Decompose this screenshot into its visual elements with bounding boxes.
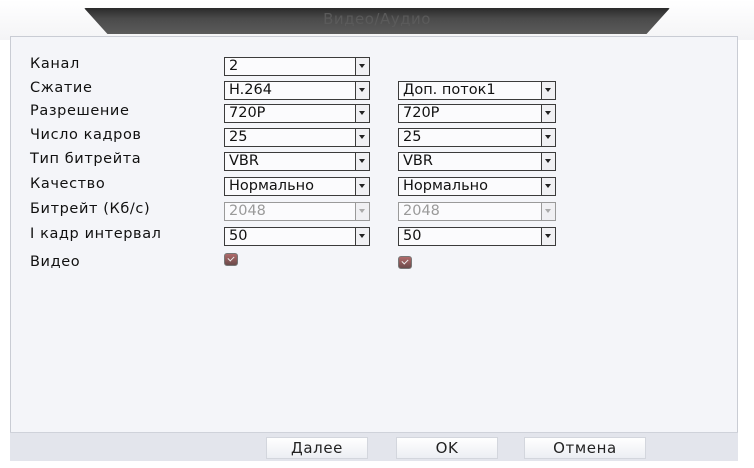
framerate-extra-value: 25 <box>403 129 422 145</box>
window-title: Видео/Аудио <box>323 10 431 28</box>
quality-extra-select[interactable]: Нормально <box>398 177 556 196</box>
bitrate-type-main-value: VBR <box>229 153 259 169</box>
bitrate-main-value: 2048 <box>229 203 266 219</box>
next-button[interactable]: Далее <box>266 437 368 459</box>
chevron-down-icon[interactable] <box>355 228 369 245</box>
quality-extra-value: Нормально <box>403 178 488 194</box>
stream-select[interactable]: Доп. поток1 <box>398 81 556 100</box>
bitrate-extra-value: 2048 <box>403 203 440 219</box>
chevron-down-icon[interactable] <box>541 178 555 195</box>
video-main-checkbox[interactable] <box>224 253 238 266</box>
settings-dialog <box>10 36 738 460</box>
cancel-button[interactable]: Отмена <box>524 437 646 459</box>
bitrate-type-label: Тип битрейта <box>30 151 142 167</box>
chevron-down-icon[interactable] <box>355 129 369 146</box>
bitrate-main-select: 2048 <box>224 202 370 221</box>
chevron-down-icon <box>541 203 555 220</box>
chevron-down-icon[interactable] <box>355 153 369 170</box>
iframe-interval-extra-select[interactable]: 50 <box>398 227 556 246</box>
ok-button[interactable]: OK <box>396 437 498 459</box>
iframe-interval-main-select[interactable]: 50 <box>224 227 370 246</box>
resolution-label: Разрешение <box>30 103 130 119</box>
iframe-interval-extra-value: 50 <box>403 228 422 244</box>
chevron-down-icon[interactable] <box>355 58 369 75</box>
quality-main-select[interactable]: Нормально <box>224 177 370 196</box>
bitrate-type-extra-select[interactable]: VBR <box>398 152 556 171</box>
chevron-down-icon[interactable] <box>355 82 369 99</box>
video-extra-checkbox[interactable] <box>398 256 412 269</box>
compression-label: Сжатие <box>30 80 93 96</box>
bitrate-type-main-select[interactable]: VBR <box>224 152 370 171</box>
chevron-down-icon[interactable] <box>355 178 369 195</box>
chevron-down-icon[interactable] <box>355 105 369 122</box>
framerate-extra-select[interactable]: 25 <box>398 128 556 147</box>
framerate-main-value: 25 <box>229 129 248 145</box>
resolution-main-value: 720P <box>229 105 266 121</box>
chevron-down-icon[interactable] <box>541 105 555 122</box>
framerate-main-select[interactable]: 25 <box>224 128 370 147</box>
chevron-down-icon[interactable] <box>541 153 555 170</box>
chevron-down-icon[interactable] <box>541 82 555 99</box>
quality-label: Качество <box>30 176 106 192</box>
compression-main-value: H.264 <box>229 82 272 98</box>
iframe-interval-main-value: 50 <box>229 228 248 244</box>
bitrate-type-extra-value: VBR <box>403 153 433 169</box>
stream-value: Доп. поток1 <box>403 82 496 98</box>
bitrate-extra-select: 2048 <box>398 202 556 221</box>
chevron-down-icon[interactable] <box>541 228 555 245</box>
framerate-label: Число кадров <box>30 127 142 143</box>
channel-value: 2 <box>229 58 239 74</box>
chevron-down-icon <box>355 203 369 220</box>
compression-main-select[interactable]: H.264 <box>224 81 370 100</box>
video-label: Видео <box>30 254 81 270</box>
channel-label: Канал <box>30 56 80 72</box>
resolution-extra-value: 720P <box>403 105 440 121</box>
resolution-main-select[interactable]: 720P <box>224 104 370 123</box>
iframe-interval-label: I кадр интервал <box>30 226 162 242</box>
resolution-extra-select[interactable]: 720P <box>398 104 556 123</box>
bitrate-label: Битрейт (Кб/с) <box>30 201 151 217</box>
chevron-down-icon[interactable] <box>541 129 555 146</box>
quality-main-value: Нормально <box>229 178 314 194</box>
channel-select[interactable]: 2 <box>224 57 370 76</box>
